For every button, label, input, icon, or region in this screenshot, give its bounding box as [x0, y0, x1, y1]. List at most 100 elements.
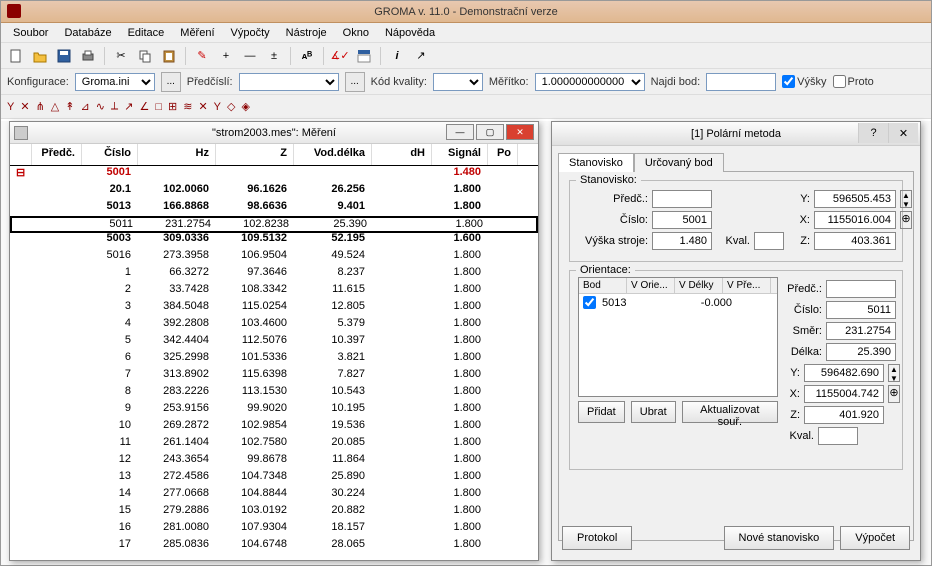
arrow-up-right-icon[interactable]: ↗	[410, 45, 432, 67]
stanovisko-predc-input[interactable]	[652, 190, 712, 208]
orientace-kval-input[interactable]	[818, 427, 858, 445]
aktualizovat-button[interactable]: Aktualizovat souř.	[682, 401, 778, 423]
table-row[interactable]: 5003309.0336109.513252.1951.600	[10, 232, 538, 249]
table-header-icon[interactable]	[353, 45, 375, 67]
orientace-delka-input[interactable]	[826, 343, 896, 361]
close-button[interactable]: ✕	[506, 124, 534, 140]
tool-icon-9[interactable]: ↗	[124, 100, 133, 113]
dash-icon[interactable]: —	[239, 45, 261, 67]
pridat-button[interactable]: Přidat	[578, 401, 625, 423]
open-folder-icon[interactable]	[29, 45, 51, 67]
table-row[interactable]: 5013166.886898.66369.4011.800	[10, 200, 538, 217]
menu-napoveda[interactable]: Nápověda	[377, 25, 443, 41]
ab-icon[interactable]: ᴀᴮ	[296, 45, 318, 67]
col-voddelka[interactable]: Vod.délka	[294, 144, 372, 165]
table-row[interactable]: 14277.0668104.884430.2241.800	[10, 487, 538, 504]
tool-icon-4[interactable]: △	[51, 100, 59, 113]
updown-icon[interactable]: ▲▼	[900, 190, 912, 208]
protokol-button[interactable]: Protokol	[562, 526, 632, 550]
col-predc[interactable]: Předč.	[32, 144, 82, 165]
plus-icon[interactable]: +	[215, 45, 237, 67]
tool-icon-11[interactable]: □	[155, 101, 162, 113]
tool-icon-10[interactable]: ∠	[139, 100, 149, 113]
orientace-z-input[interactable]	[804, 406, 884, 424]
table-row[interactable]: 6325.2998101.53363.8211.800	[10, 351, 538, 368]
menu-mereni[interactable]: Měření	[172, 25, 222, 41]
polar-method-titlebar[interactable]: [1] Polární metoda ? ✕	[552, 122, 920, 146]
info-icon[interactable]: i	[386, 45, 408, 67]
print-icon[interactable]	[77, 45, 99, 67]
close-panel-button[interactable]: ✕	[888, 123, 918, 143]
menu-editace[interactable]: Editace	[120, 25, 173, 41]
proto-checkbox[interactable]	[833, 75, 846, 88]
menu-soubor[interactable]: Soubor	[5, 25, 56, 41]
col-z[interactable]: Z	[216, 144, 294, 165]
kod-select[interactable]	[433, 73, 483, 91]
predcisli-browse-button[interactable]: ...	[345, 72, 365, 92]
table-row[interactable]: 7313.8902115.63987.8271.800	[10, 368, 538, 385]
save-icon[interactable]	[53, 45, 75, 67]
tool-icon-7[interactable]: ∿	[96, 100, 105, 113]
col-cislo[interactable]: Číslo	[82, 144, 138, 165]
ot-col-vorie[interactable]: V Orie...	[627, 278, 675, 293]
tool-icon-6[interactable]: ⊿	[80, 100, 89, 113]
stanovisko-cislo-input[interactable]	[652, 211, 712, 229]
tool-icon-2[interactable]: ✕	[20, 100, 29, 113]
new-file-icon[interactable]	[5, 45, 27, 67]
table-row[interactable]: 11261.1404102.758020.0851.800	[10, 436, 538, 453]
table-row[interactable]: 4392.2808103.46005.3791.800	[10, 317, 538, 334]
orientace-smer-input[interactable]	[826, 322, 896, 340]
predcisli-select[interactable]	[239, 73, 339, 91]
cut-icon[interactable]: ✂	[110, 45, 132, 67]
target-icon-2[interactable]: ⊕	[888, 385, 900, 403]
table-row[interactable]: 10269.2872102.985419.5361.800	[10, 419, 538, 436]
tool-icon-1[interactable]: Y	[7, 101, 14, 113]
vypocet-button[interactable]: Výpočet	[840, 526, 910, 550]
table-row[interactable]: 9253.915699.902010.1951.800	[10, 402, 538, 419]
menu-databaze[interactable]: Databáze	[56, 25, 119, 41]
help-button[interactable]: ?	[858, 123, 888, 143]
stanovisko-kval-input[interactable]	[754, 232, 784, 250]
table-row[interactable]: 233.7428108.334211.6151.800	[10, 283, 538, 300]
updown-icon-2[interactable]: ▲▼	[888, 364, 900, 382]
ot-col-vpre[interactable]: V Pře...	[723, 278, 771, 293]
menu-okno[interactable]: Okno	[335, 25, 377, 41]
table-row[interactable]: 20.1102.006096.162626.2561.800	[10, 183, 538, 200]
stanovisko-x-input[interactable]	[814, 211, 896, 229]
plusminus-icon[interactable]: ±	[263, 45, 285, 67]
table-row[interactable]: 15279.2886103.019220.8821.800	[10, 504, 538, 521]
nove-stanovisko-button[interactable]: Nové stanovisko	[724, 526, 835, 550]
stanovisko-z-input[interactable]	[814, 232, 896, 250]
grid-body[interactable]: ⊟50011.48020.1102.006096.162626.2561.800…	[10, 166, 538, 560]
tool-icon-17[interactable]: ◈	[241, 100, 249, 113]
najdibod-input[interactable]	[706, 73, 776, 91]
tool-icon-5[interactable]: ↟	[65, 100, 74, 113]
meritko-select[interactable]: 1.000000000000	[535, 73, 645, 91]
col-dh[interactable]: dH	[372, 144, 432, 165]
tab-stanovisko[interactable]: Stanovisko	[558, 153, 634, 172]
ot-col-vdelky[interactable]: V Délky	[675, 278, 723, 293]
tool-icon-15[interactable]: Y	[214, 101, 221, 113]
orientace-row[interactable]: 5013 -0.000	[579, 294, 777, 311]
tool-icon-3[interactable]: ⋔	[36, 100, 45, 113]
tool-icon-16[interactable]: ◇	[227, 100, 235, 113]
maximize-button[interactable]: ▢	[476, 124, 504, 140]
table-row[interactable]: 17285.0836104.674828.0651.800	[10, 538, 538, 555]
konfigurace-browse-button[interactable]: ...	[161, 72, 181, 92]
tab-urcovany-bod[interactable]: Určovaný bod	[634, 153, 724, 172]
col-signal[interactable]: Signál	[432, 144, 488, 165]
menu-nastroje[interactable]: Nástroje	[278, 25, 335, 41]
check-angle-icon[interactable]: ∡✓	[329, 45, 351, 67]
stanovisko-vyska-input[interactable]	[652, 232, 712, 250]
table-row[interactable]: 12243.365499.867811.8641.800	[10, 453, 538, 470]
ubrat-button[interactable]: Ubrat	[631, 401, 676, 423]
table-row[interactable]: 3384.5048115.025412.8051.800	[10, 300, 538, 317]
menu-vypocty[interactable]: Výpočty	[223, 25, 278, 41]
table-row[interactable]: 5016273.3958106.950449.5241.800	[10, 249, 538, 266]
col-hz[interactable]: Hz	[138, 144, 216, 165]
minimize-button[interactable]: —	[446, 124, 474, 140]
table-row[interactable]: 13272.4586104.734825.8901.800	[10, 470, 538, 487]
vysky-checkbox[interactable]	[782, 75, 795, 88]
paste-icon[interactable]	[158, 45, 180, 67]
orientace-table[interactable]: Bod V Orie... V Délky V Pře... 5013 -0.0…	[578, 277, 778, 397]
